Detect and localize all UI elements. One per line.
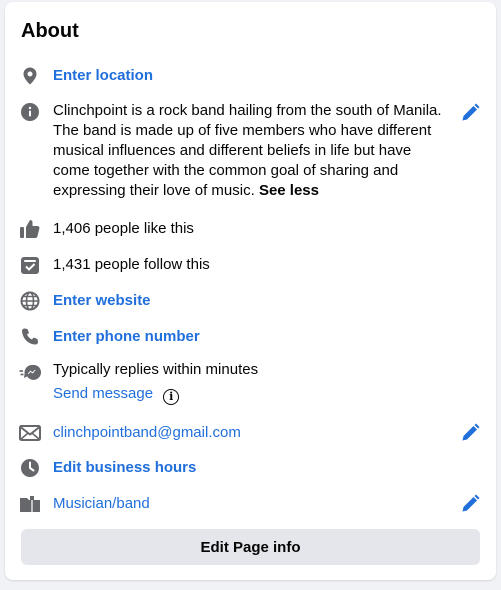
category-icon	[19, 493, 41, 515]
follows-count: 1,431 people follow this	[53, 256, 210, 273]
edit-email-button[interactable]	[458, 421, 482, 445]
enter-location-link[interactable]: Enter location	[53, 66, 448, 86]
edit-category-button[interactable]	[458, 492, 482, 516]
pencil-icon	[462, 494, 480, 512]
about-title: About	[21, 20, 79, 42]
globe-icon	[19, 290, 41, 312]
edit-description-button[interactable]	[458, 101, 482, 125]
info-icon	[19, 101, 41, 123]
category-link[interactable]: Musician/band	[53, 494, 448, 514]
phone-row: Enter phone number	[5, 326, 496, 348]
category-row: Musician/band	[5, 492, 496, 516]
send-message-link[interactable]: Send message	[53, 385, 153, 402]
email-row: clinchpointband@gmail.com	[5, 421, 496, 445]
hours-row: Edit business hours	[5, 457, 496, 479]
reply-time-text: Typically replies within minutes	[53, 361, 259, 378]
send-message-line: Send message i	[53, 384, 448, 405]
follow-icon	[19, 254, 41, 276]
info-circle-icon[interactable]: i	[163, 388, 180, 405]
pencil-icon	[462, 423, 480, 441]
email-link[interactable]: clinchpointband@gmail.com	[53, 423, 448, 443]
envelope-icon	[19, 422, 41, 444]
pencil-icon	[462, 103, 480, 121]
follows-row: 1,431 people follow this	[5, 254, 496, 276]
location-pin-icon	[19, 65, 41, 87]
messenger-icon	[19, 362, 41, 384]
edit-page-info-button[interactable]: Edit Page info	[21, 529, 480, 565]
description-row: Clinchpoint is a rock band hailing from …	[5, 101, 496, 205]
likes-count: 1,406 people like this	[53, 220, 194, 237]
enter-website-link[interactable]: Enter website	[53, 291, 448, 311]
see-less-link[interactable]: See less	[259, 182, 319, 199]
description-text: Clinchpoint is a rock band hailing from …	[53, 101, 444, 201]
description-body: Clinchpoint is a rock band hailing from …	[53, 102, 442, 199]
thumbs-up-icon	[19, 218, 41, 240]
location-row: Enter location	[5, 65, 496, 87]
clock-icon	[19, 457, 41, 479]
about-card: About Enter location Clinchpoint is a ro…	[5, 2, 496, 580]
edit-business-hours-link[interactable]: Edit business hours	[53, 458, 448, 478]
messenger-row: Typically replies within minutes Send me…	[5, 358, 496, 405]
website-row: Enter website	[5, 290, 496, 312]
phone-icon	[19, 326, 41, 348]
likes-row: 1,406 people like this	[5, 218, 496, 240]
enter-phone-link[interactable]: Enter phone number	[53, 327, 448, 347]
